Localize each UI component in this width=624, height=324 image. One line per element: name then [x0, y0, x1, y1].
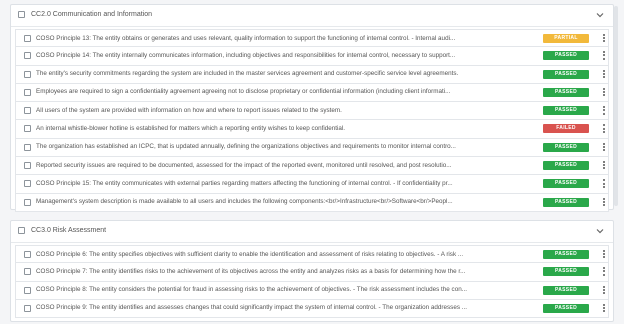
kebab-menu-icon[interactable] [601, 250, 607, 260]
control-list: COSO Principle 13: The entity obtains or… [15, 29, 609, 212]
status-badge: FAILED [543, 124, 589, 134]
status-badge: PARTIAL [543, 34, 589, 43]
row-checkbox[interactable] [24, 52, 31, 60]
table-row[interactable]: All users of the system are provided wit… [15, 102, 609, 121]
status-badge: PASSED [543, 303, 589, 313]
table-row[interactable]: The entity's security commitments regard… [15, 65, 609, 84]
control-description: The organization has established an ICPC… [36, 143, 456, 151]
kebab-menu-icon[interactable] [601, 51, 607, 61]
compliance-page: CC2.0 Communication and Information COSO… [0, 0, 624, 324]
section-cc2: CC2.0 Communication and Information COSO… [10, 4, 614, 212]
scrollbar[interactable] [614, 6, 618, 206]
kebab-menu-icon[interactable] [601, 69, 607, 80]
table-row[interactable]: COSO Principle 6: The entity specifies o… [15, 245, 609, 264]
table-row[interactable]: COSO Principle 7: The entity identifies … [15, 263, 609, 282]
row-checkbox[interactable] [24, 88, 31, 96]
row-checkbox[interactable] [24, 251, 31, 258]
chevron-down-icon[interactable] [595, 226, 605, 236]
kebab-menu-icon[interactable] [601, 34, 607, 44]
control-description: Employees are required to sign a confide… [36, 88, 451, 96]
row-checkbox[interactable] [24, 180, 31, 188]
kebab-menu-icon[interactable] [601, 161, 607, 171]
table-row[interactable]: An internal whistle-blower hotline is es… [15, 120, 609, 139]
section-cc3: CC3.0 Risk Assessment COSO Principle 6: … [10, 220, 614, 322]
control-description: COSO Principle 8: The entity considers t… [36, 286, 467, 294]
row-checkbox[interactable] [24, 125, 31, 133]
row-checkbox[interactable] [24, 35, 31, 42]
kebab-menu-icon[interactable] [601, 142, 607, 153]
kebab-menu-icon[interactable] [601, 303, 607, 314]
row-checkbox[interactable] [24, 286, 31, 294]
status-badge: PASSED [543, 250, 589, 259]
kebab-menu-icon[interactable] [601, 197, 607, 208]
table-row[interactable]: COSO Principle 13: The entity obtains or… [15, 29, 609, 48]
table-row[interactable]: Employees are required to sign a confide… [15, 83, 609, 103]
section-header[interactable]: CC2.0 Communication and Information [11, 5, 613, 27]
control-description: An internal whistle-blower hotline is es… [36, 124, 346, 132]
kebab-menu-icon[interactable] [601, 87, 607, 98]
table-row[interactable]: COSO Principle 15: The entity communicat… [15, 175, 609, 194]
row-checkbox[interactable] [24, 198, 31, 206]
status-badge: PASSED [543, 106, 589, 116]
table-row[interactable]: COSO Principle 8: The entity considers t… [15, 281, 609, 300]
table-row[interactable]: Reported security issues are required to… [15, 157, 609, 176]
control-description: COSO Principle 13: The entity obtains or… [36, 34, 456, 42]
section-header[interactable]: CC3.0 Risk Assessment [11, 221, 613, 243]
chevron-down-icon[interactable] [595, 10, 605, 20]
table-row[interactable]: The organization has established an ICPC… [15, 138, 609, 158]
control-description: Management's system description is made … [36, 198, 453, 206]
control-description: COSO Principle 15: The entity communicat… [36, 179, 453, 187]
control-description: The entity's security commitments regard… [36, 70, 459, 78]
status-badge: PASSED [543, 51, 589, 61]
status-badge: PASSED [543, 161, 589, 171]
kebab-menu-icon[interactable] [601, 285, 607, 296]
kebab-menu-icon[interactable] [601, 124, 607, 134]
row-checkbox[interactable] [24, 107, 31, 115]
kebab-menu-icon[interactable] [601, 267, 607, 277]
status-badge: PASSED [543, 285, 589, 295]
status-badge: PASSED [543, 87, 589, 97]
control-description: COSO Principle 6: The entity specifies o… [36, 250, 464, 258]
control-description: All users of the system are provided wit… [36, 106, 342, 114]
control-description: COSO Principle 14: The entity internally… [36, 51, 456, 59]
kebab-menu-icon[interactable] [601, 179, 607, 189]
table-row[interactable]: COSO Principle 9: The entity identifies … [15, 299, 609, 319]
section-checkbox[interactable] [18, 11, 25, 18]
row-checkbox[interactable] [24, 162, 31, 170]
control-description: COSO Principle 7: The entity identifies … [36, 267, 466, 275]
section-checkbox[interactable] [18, 227, 25, 234]
section-title: CC2.0 Communication and Information [31, 11, 153, 18]
table-row[interactable]: Management's system description is made … [15, 193, 609, 212]
control-description: COSO Principle 9: The entity identifies … [36, 304, 467, 312]
control-description: Reported security issues are required to… [36, 161, 452, 169]
row-checkbox[interactable] [24, 143, 31, 151]
kebab-menu-icon[interactable] [601, 106, 607, 116]
table-row[interactable]: COSO Principle 14: The entity internally… [15, 47, 609, 66]
row-checkbox[interactable] [24, 268, 31, 276]
row-checkbox[interactable] [24, 304, 31, 312]
status-badge: PASSED [543, 142, 589, 152]
row-checkbox[interactable] [24, 70, 31, 78]
section-title: CC3.0 Risk Assessment [31, 227, 107, 234]
status-badge: PASSED [543, 197, 589, 207]
control-list: COSO Principle 6: The entity specifies o… [15, 245, 609, 319]
status-badge: PASSED [543, 267, 589, 277]
status-badge: PASSED [543, 69, 589, 79]
status-badge: PASSED [543, 179, 589, 189]
